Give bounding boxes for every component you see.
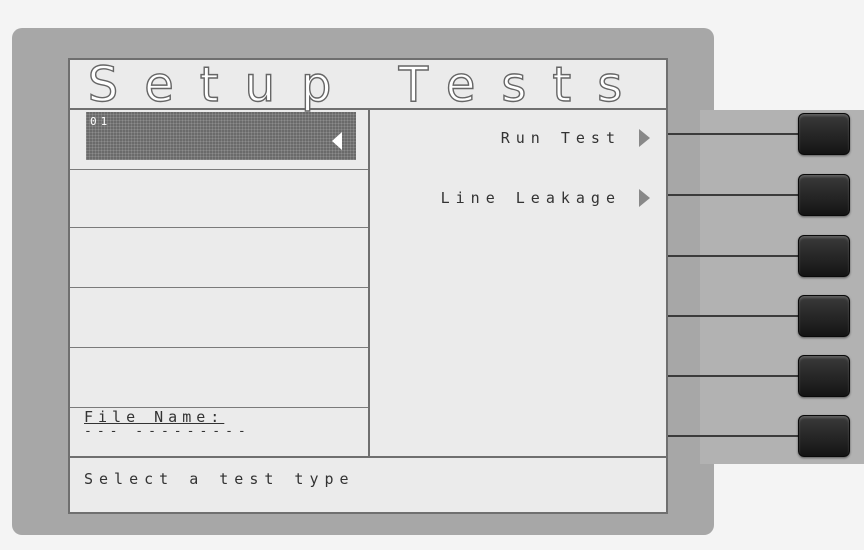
test-slot-4[interactable] (70, 288, 368, 348)
softkey-6-connector (668, 435, 800, 437)
test-slot-1[interactable]: 01 (70, 110, 368, 170)
softkey-6-button[interactable] (798, 415, 850, 457)
softkey-4-button[interactable] (798, 295, 850, 337)
softkey-2-connector (668, 194, 800, 196)
file-name-value: --- --------- (84, 424, 251, 439)
softkey-3-connector (668, 255, 800, 257)
selected-slot-highlight[interactable]: 01 (86, 112, 356, 160)
lcd-screen: Setup Tests 01 File Name: --- --------- … (68, 58, 668, 514)
screen-title: Setup Tests (70, 59, 666, 111)
softkey-1-connector (668, 133, 800, 135)
softkey-5-button[interactable] (798, 355, 850, 397)
menu-item-run-test[interactable]: Run Test (501, 126, 650, 150)
test-slot-5[interactable] (70, 348, 368, 408)
test-slot-list: 01 (70, 110, 370, 456)
status-message: Select a test type (70, 456, 666, 512)
softkey-1-button[interactable] (798, 113, 850, 155)
slot-number: 01 (90, 115, 112, 128)
softkey-panel (700, 110, 864, 464)
softkey-menu: Run Test Line Leakage (370, 110, 666, 456)
menu-item-label: Run Test (500, 129, 621, 147)
menu-item-label: Line Leakage (440, 189, 621, 207)
softkey-5-connector (668, 375, 800, 377)
test-slot-3[interactable] (70, 228, 368, 288)
right-triangle-icon (639, 129, 650, 147)
softkey-3-button[interactable] (798, 235, 850, 277)
softkey-4-connector (668, 315, 800, 317)
right-triangle-icon (639, 189, 650, 207)
test-slot-2[interactable] (70, 168, 368, 228)
softkey-2-button[interactable] (798, 174, 850, 216)
menu-item-line-leakage[interactable]: Line Leakage (441, 186, 650, 210)
left-triangle-icon (332, 132, 342, 150)
